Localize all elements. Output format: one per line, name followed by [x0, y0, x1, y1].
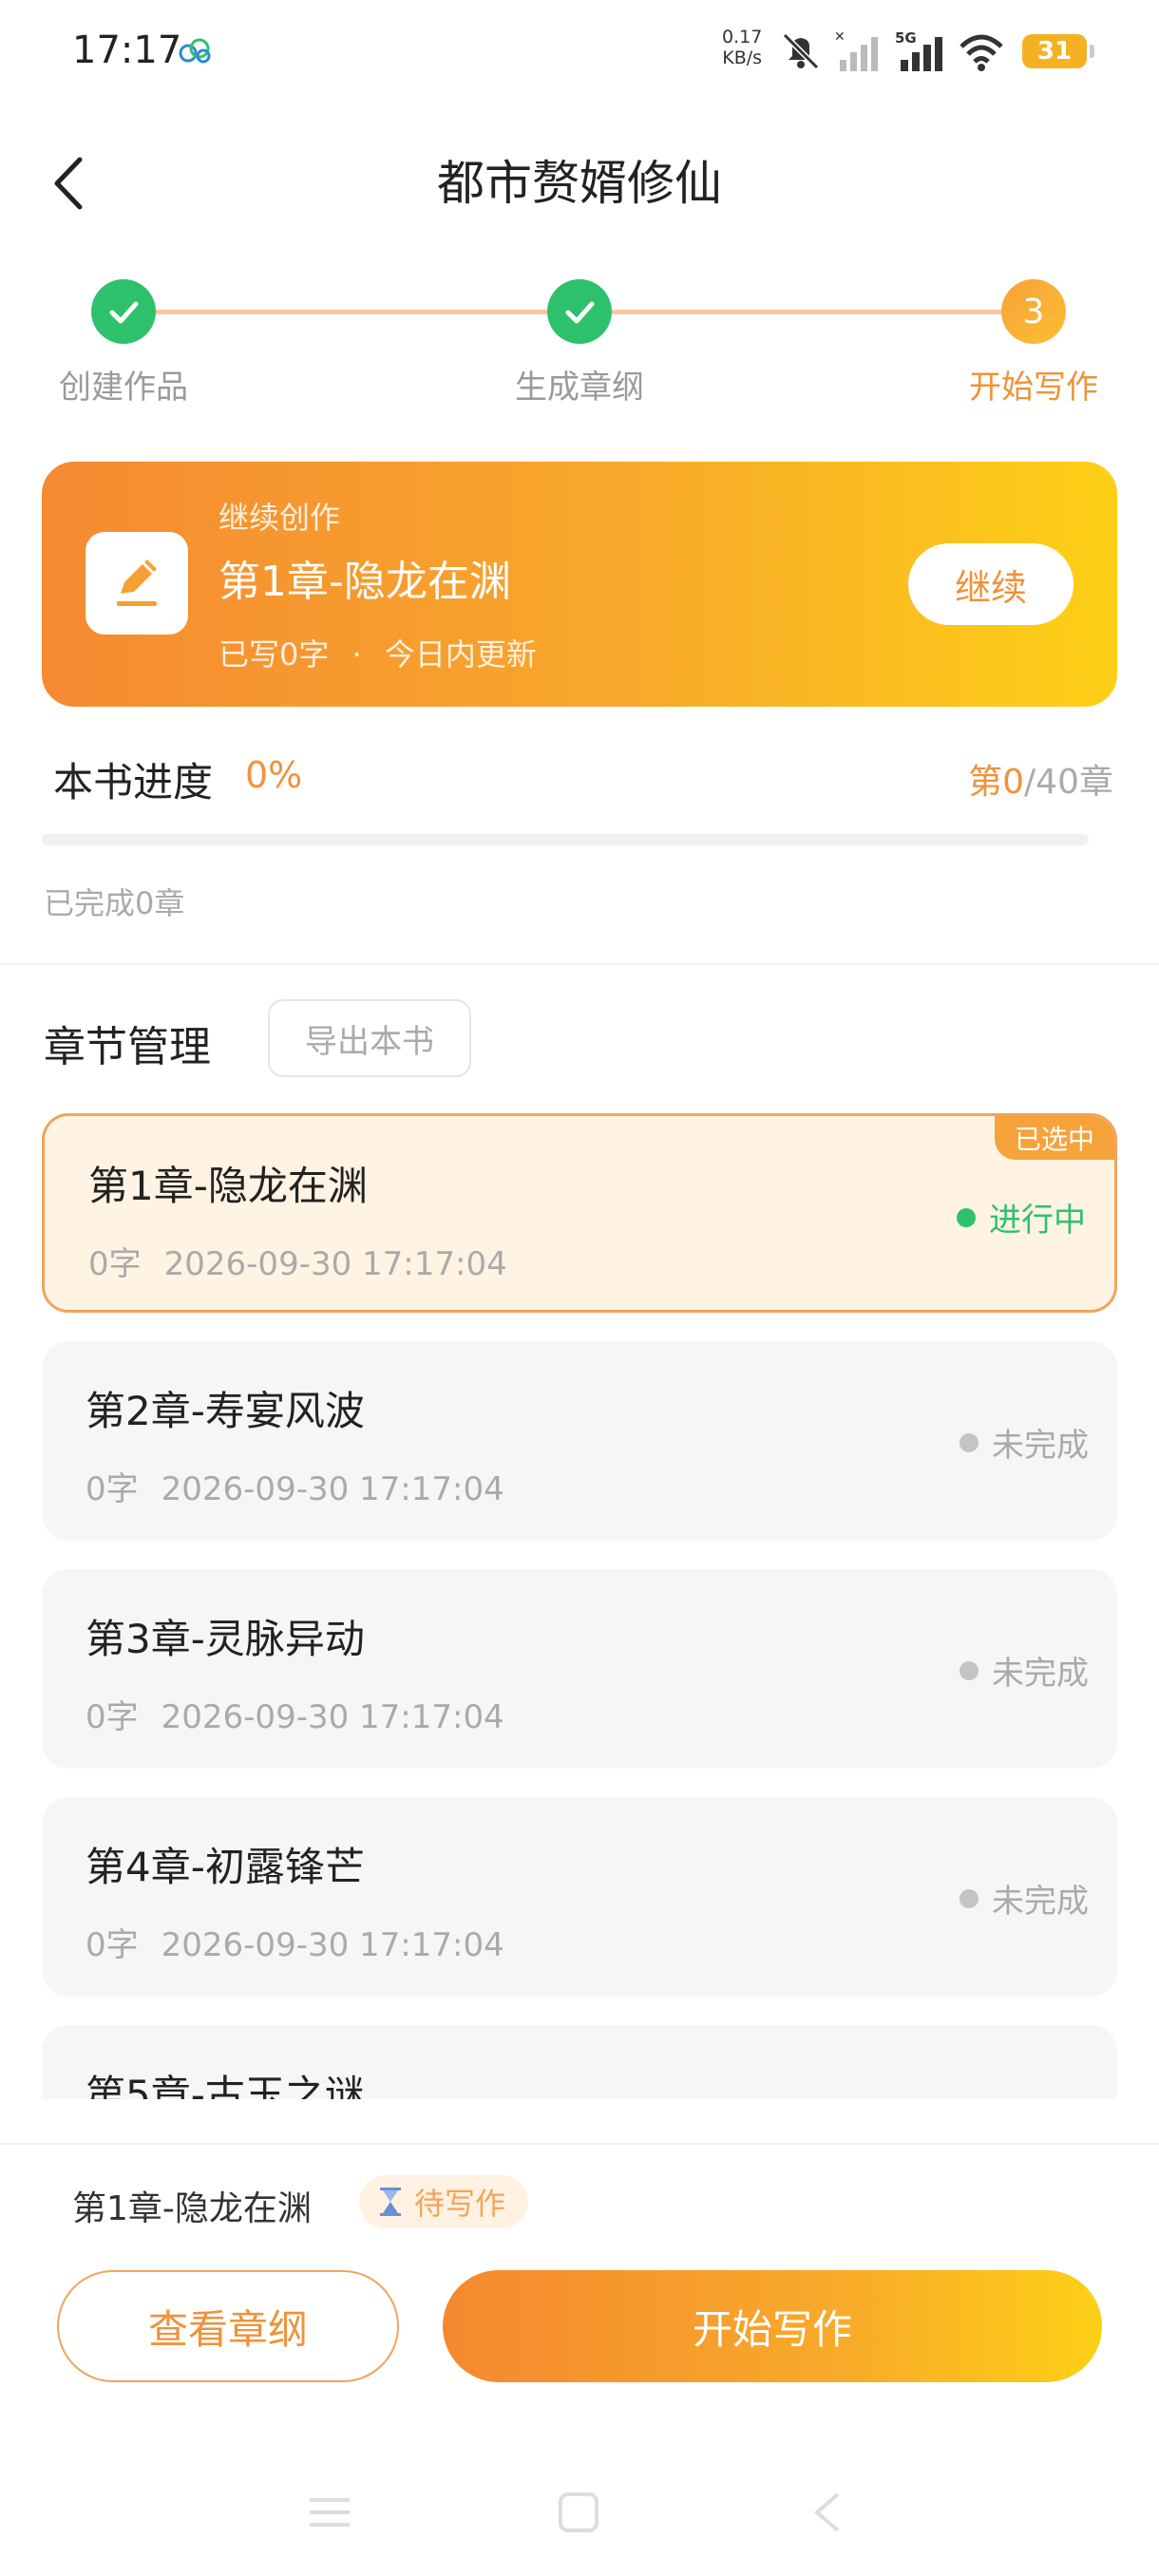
svg-text:5G: 5G	[895, 29, 917, 47]
progress-chapter-count: 第0/40章	[968, 763, 1113, 802]
step-1-label: 创建作品	[59, 369, 188, 407]
check-icon	[565, 301, 595, 324]
wifi-icon	[960, 34, 1003, 71]
home-nav-icon[interactable]	[555, 2489, 602, 2536]
status-dot-icon	[960, 1888, 978, 1908]
mute-icon	[782, 32, 820, 70]
status-dot-icon	[960, 1660, 978, 1680]
chapter-title: 第2章-寿宴风波	[86, 1388, 365, 1434]
step-3-circle: 3	[1001, 279, 1066, 344]
signal-5g-icon: 5G	[895, 29, 942, 71]
check-icon	[109, 301, 139, 324]
chapter-title: 第5章-古玉之谜	[86, 2072, 365, 2099]
chapter-status: 未完成	[960, 1419, 1089, 1466]
status-dot-icon	[960, 1432, 978, 1452]
chapter-status: 未完成	[960, 1875, 1089, 1922]
section-divider	[0, 963, 1159, 965]
view-outline-button[interactable]: 查看章纲	[57, 2270, 399, 2382]
menu-nav-icon[interactable]	[306, 2489, 353, 2536]
signal-icon: ✕	[834, 29, 878, 71]
step-connector-2	[612, 310, 1003, 314]
step-2-label: 生成章纲	[515, 369, 644, 407]
continue-banner[interactable]: 继续创作 第1章-隐龙在渊 已写0字 · 今日内更新 继续	[42, 462, 1117, 707]
chapter-card-5[interactable]: 第5章-古玉之谜	[42, 2025, 1117, 2099]
progress-percent: 0%	[245, 754, 303, 796]
chapter-meta: 0字 2026-09-30 17:17:04	[86, 1698, 504, 1736]
chapter-card-2[interactable]: 第2章-寿宴风波 0字 2026-09-30 17:17:04 未完成	[42, 1341, 1117, 1541]
chapter-card-3[interactable]: 第3章-灵脉异动 0字 2026-09-30 17:17:04 未完成	[42, 1569, 1117, 1769]
battery-icon: 31	[1022, 34, 1094, 68]
current-chapter-label: 第1章-隐龙在渊	[72, 2189, 312, 2228]
progress-done-text: 已完成0章	[44, 885, 185, 921]
bottom-divider	[0, 2143, 1159, 2145]
chapter-title: 第3章-灵脉异动	[86, 1616, 365, 1662]
chapter-title: 第4章-初露锋芒	[86, 1844, 365, 1890]
start-writing-button[interactable]: 开始写作	[443, 2270, 1102, 2382]
page-title: 都市赘婿修仙	[437, 156, 722, 211]
chapter-status: 进行中	[957, 1194, 1086, 1241]
progress-label: 本书进度	[53, 759, 214, 805]
banner-chapter-title: 第1章-隐龙在渊	[218, 558, 511, 606]
back-button[interactable]	[38, 150, 104, 217]
chapter-meta: 0字 2026-09-30 17:17:04	[88, 1245, 507, 1283]
banner-meta: 已写0字 · 今日内更新	[218, 636, 537, 672]
chapter-card-4[interactable]: 第4章-初露锋芒 0字 2026-09-30 17:17:04 未完成	[42, 1797, 1117, 1997]
edit-icon	[86, 532, 188, 635]
chapter-meta: 0字 2026-09-30 17:17:04	[86, 1470, 504, 1508]
step-connector-1	[124, 310, 547, 314]
back-arrow-icon	[54, 157, 83, 210]
status-icons: ✕ 5G 31	[779, 28, 1094, 74]
net-speed: 0.17 KB/s	[722, 27, 763, 68]
status-time: 17:17	[72, 28, 182, 72]
chapter-meta: 0字 2026-09-30 17:17:04	[86, 1926, 504, 1964]
step-2-circle	[547, 279, 612, 344]
continue-button[interactable]: 继续	[908, 543, 1074, 625]
status-dot-icon	[957, 1207, 976, 1227]
step-1-circle	[91, 279, 156, 344]
chapter-status: 未完成	[960, 1647, 1089, 1694]
status-bar: 17:17 0.17 KB/s ✕ 5G 31	[0, 0, 1159, 104]
progress-bar	[42, 834, 1089, 845]
export-book-button[interactable]: 导出本书	[268, 999, 471, 1077]
chapter-management-title: 章节管理	[44, 1023, 211, 1071]
svg-text:✕: ✕	[834, 29, 846, 45]
banner-subtitle: 继续创作	[218, 500, 341, 536]
chapter-card-1[interactable]: 已选中 第1章-隐龙在渊 0字 2026-09-30 17:17:04 进行中	[42, 1113, 1117, 1313]
back-nav-icon[interactable]	[804, 2489, 851, 2536]
chapter-title: 第1章-隐龙在渊	[88, 1163, 368, 1209]
hourglass-icon	[380, 2188, 401, 2216]
step-3-label: 开始写作	[969, 369, 1098, 407]
cloud-icon	[179, 38, 211, 64]
selected-badge: 已选中	[995, 1116, 1114, 1160]
pending-badge: 待写作	[359, 2175, 529, 2228]
chapter-list[interactable]: 已选中 第1章-隐龙在渊 0字 2026-09-30 17:17:04 进行中 第…	[0, 1102, 1159, 2099]
